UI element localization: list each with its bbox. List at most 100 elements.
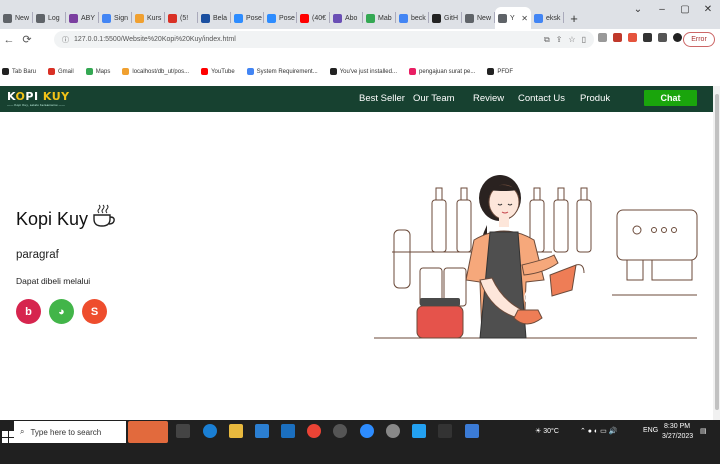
chat-button[interactable]: Chat <box>644 90 697 106</box>
browser-tab[interactable]: New <box>462 7 495 29</box>
store-icon[interactable] <box>255 424 269 438</box>
search-icon: ⌕ <box>20 427 25 436</box>
site-logo[interactable]: KOPI KUY <box>7 90 70 103</box>
nav-our-team[interactable]: Our Team <box>413 93 455 104</box>
bookmark-item[interactable]: PFDF <box>487 68 513 75</box>
browser-tab[interactable]: Bela <box>198 7 231 29</box>
bookmark-favicon-icon <box>408 68 416 75</box>
edge-icon[interactable] <box>203 424 217 438</box>
extension-red-icon[interactable] <box>613 33 622 42</box>
tab-favicon-icon <box>234 13 243 23</box>
nav-contact-us[interactable]: Contact Us <box>518 93 565 104</box>
browser-tab[interactable]: Mab <box>363 7 396 29</box>
new-tab-button[interactable]: + <box>564 7 584 29</box>
tray-icons[interactable]: ⌃ ● ◐ ▭ 🔊 <box>580 427 617 435</box>
info-icon[interactable]: ⓘ <box>62 35 69 45</box>
bookmark-item[interactable]: Maps <box>85 68 111 75</box>
bookmark-item[interactable]: YouTube <box>201 68 235 75</box>
tab-favicon-icon <box>498 13 507 23</box>
tab-label: (5! <box>180 14 189 22</box>
reload-icon[interactable]: ⟳ <box>18 33 36 46</box>
browser-tab[interactable]: eksk <box>531 7 564 29</box>
taskbar-search-input[interactable]: ⌕ Type here to search <box>14 421 126 443</box>
photos-icon[interactable] <box>465 424 479 438</box>
bookmark-label: Maps <box>95 68 111 75</box>
browser-tab[interactable]: Pose <box>264 7 297 29</box>
tab-close-icon[interactable]: ✕ <box>521 14 528 23</box>
maximize-button[interactable]: ▢ <box>673 4 697 15</box>
browser-tab[interactable]: Abo <box>330 7 363 29</box>
bookmark-item[interactable]: pengajuan surat pe... <box>408 68 476 75</box>
clock-date[interactable]: 3/27/2023 <box>662 433 693 440</box>
url-text: 127.0.0.1:5500/Website%20Kopi%20Kuy/inde… <box>74 36 236 43</box>
tab-favicon-icon <box>168 13 177 23</box>
tab-label: GitH <box>444 14 458 22</box>
browser-tab[interactable]: Pose <box>231 7 264 29</box>
browser-tab[interactable]: (40€ <box>297 7 330 29</box>
browser-tab[interactable]: Sign <box>99 7 132 29</box>
error-button[interactable]: Error <box>683 32 715 47</box>
weather-tray[interactable]: ☀ 30°C <box>535 427 559 435</box>
browser-tab[interactable]: Y ✕ <box>495 7 531 29</box>
bookmark-item[interactable]: System Requirement... <box>246 68 318 75</box>
split-view-icon[interactable] <box>658 33 667 42</box>
search-highlight-image[interactable] <box>128 421 168 443</box>
zoom-icon[interactable] <box>360 424 374 438</box>
extension-mail-icon[interactable] <box>628 33 637 42</box>
bookmark-label: pengajuan surat pe... <box>418 68 476 75</box>
url-omnibox[interactable]: ⓘ 127.0.0.1:5500/Website%20Kopi%20Kuy/in… <box>54 31 594 48</box>
bookmarks-bar: Tab Baru Gmail Maps localhost/db_ut/pos... Y… <box>0 50 720 87</box>
tab-label: (40€ <box>312 14 327 22</box>
gojek-icon[interactable]: b <box>16 299 41 324</box>
tab-search-icon[interactable]: ⌄ <box>626 4 650 15</box>
shopee-icon[interactable]: S <box>82 299 107 324</box>
scrollbar-thumb[interactable] <box>715 94 719 410</box>
chrome-active-icon[interactable] <box>333 424 347 438</box>
barista-illustration-image <box>374 175 698 339</box>
bookmark-favicon-icon <box>487 68 495 75</box>
hero-subtitle: Dapat dibeli melalui <box>16 276 91 286</box>
clock-time[interactable]: 8:30 PM <box>664 423 690 430</box>
tab-favicon-icon <box>465 13 474 23</box>
bookmark-label: System Requirement... <box>256 68 318 75</box>
minimize-button[interactable]: – <box>650 4 674 15</box>
browser-tab[interactable]: (5! <box>165 7 198 29</box>
vscode-icon[interactable] <box>412 424 426 438</box>
file-explorer-icon[interactable] <box>229 424 243 438</box>
start-button[interactable] <box>2 431 14 443</box>
notification-icon[interactable]: ▤ <box>700 427 707 435</box>
mail-icon[interactable] <box>281 424 295 438</box>
nav-best-seller[interactable]: Best Seller <box>359 93 405 104</box>
nav-review[interactable]: Review <box>473 93 504 104</box>
browser-tab[interactable]: beck <box>396 7 429 29</box>
nav-produk[interactable]: Produk <box>580 93 610 104</box>
tab-label: Mab <box>378 14 392 22</box>
extension-globe-icon[interactable] <box>598 33 607 42</box>
tab-label: New <box>15 14 30 22</box>
share-icon[interactable]: ⇪ <box>556 35 563 45</box>
bookmark-star-icon[interactable]: ☆ <box>568 35 575 45</box>
profile-avatar[interactable] <box>673 33 682 42</box>
extensions-puzzle-icon[interactable] <box>643 33 652 42</box>
chrome-icon[interactable] <box>307 424 321 438</box>
tab-favicon-icon <box>399 13 408 23</box>
task-view-icon[interactable] <box>176 424 190 438</box>
bookmark-item[interactable]: localhost/db_ut/pos... <box>122 68 189 75</box>
bookmark-item[interactable]: Tab Baru <box>2 68 36 75</box>
terminal-icon[interactable] <box>438 424 452 438</box>
browser-tab[interactable]: Log <box>33 7 66 29</box>
close-window-button[interactable]: ✕ <box>696 4 720 15</box>
tokopedia-icon[interactable]: ◕ <box>49 299 74 324</box>
install-icon[interactable]: ⧉ <box>544 35 550 45</box>
browser-tab[interactable]: ABY <box>66 7 99 29</box>
bookmark-item[interactable]: Gmail <box>48 68 74 75</box>
browser-tab[interactable]: GitH <box>429 7 462 29</box>
settings-gear-icon[interactable] <box>386 424 400 438</box>
sidebar-icon[interactable]: ▯ <box>582 35 586 45</box>
bookmark-item[interactable]: You've just installed... <box>329 68 397 75</box>
language-indicator[interactable]: ENG <box>643 427 658 434</box>
browser-tab[interactable]: Kurs <box>132 7 165 29</box>
tab-label: Pose <box>279 14 295 22</box>
browser-tab[interactable]: New <box>0 7 33 29</box>
back-arrow-icon[interactable]: ← <box>0 34 18 46</box>
